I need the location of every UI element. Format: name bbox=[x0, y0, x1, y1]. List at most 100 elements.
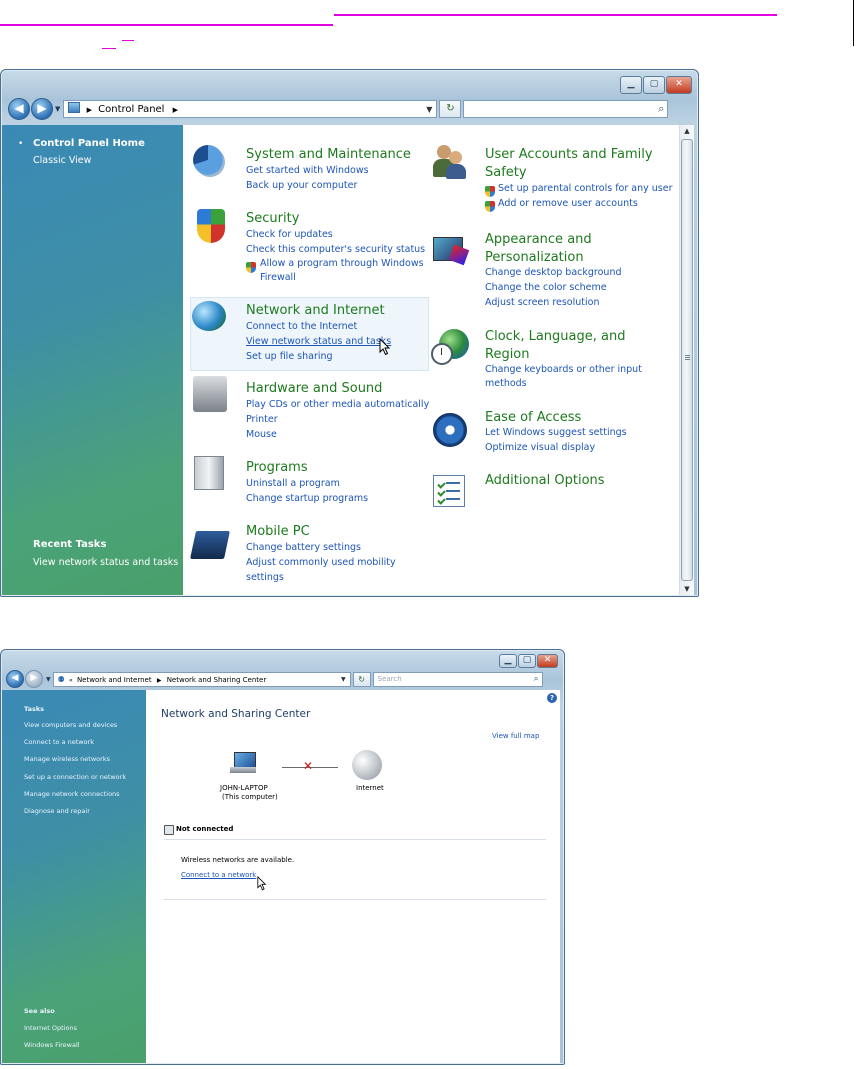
category-link[interactable]: Add or remove user accounts bbox=[498, 196, 638, 211]
category-link[interactable]: Change desktop background bbox=[485, 265, 622, 280]
close-button[interactable]: ✕ bbox=[537, 654, 558, 668]
security-shield-icon bbox=[197, 209, 225, 243]
category-title[interactable]: User Accounts and Family bbox=[485, 146, 653, 163]
wireless-message: Wireless networks are available. bbox=[181, 856, 295, 864]
connect-to-network-link[interactable]: Connect to a network bbox=[181, 871, 256, 879]
category-title[interactable]: Mobile PC bbox=[246, 523, 310, 540]
sidebar: Tasks View computers and devices Connect… bbox=[2, 690, 146, 1063]
category-link[interactable]: Let Windows suggest settings bbox=[485, 425, 627, 440]
back-button[interactable]: ◀ bbox=[8, 98, 30, 120]
breadcrumb-network-internet[interactable]: Network and Internet bbox=[77, 676, 152, 684]
recent-pages-icon[interactable]: ▼ bbox=[55, 105, 60, 113]
address-field[interactable]: ⚉ « Network and Internet ▶ Network and S… bbox=[52, 671, 351, 687]
category-link[interactable]: Optimize visual display bbox=[485, 440, 595, 455]
content-area: System and Maintenance Get started with … bbox=[183, 125, 679, 595]
category-link[interactable]: Change the color scheme bbox=[485, 280, 607, 295]
category-link[interactable]: methods bbox=[485, 376, 527, 391]
vertical-scrollbar[interactable]: ▲ ▼ bbox=[679, 125, 694, 595]
divider bbox=[164, 839, 546, 840]
category-title[interactable]: Personalization bbox=[485, 249, 584, 266]
view-full-map-link[interactable]: View full map bbox=[492, 732, 539, 740]
search-input[interactable]: Search ⌕ bbox=[372, 671, 543, 687]
category-link[interactable]: Printer bbox=[246, 412, 278, 427]
category-title[interactable]: Additional Options bbox=[485, 472, 605, 489]
maximize-button[interactable]: ▢ bbox=[518, 654, 536, 668]
search-icon[interactable]: ⌕ bbox=[534, 673, 539, 686]
minimize-button[interactable]: ▁ bbox=[620, 76, 642, 94]
breadcrumb-control-panel[interactable]: Control Panel bbox=[98, 104, 164, 115]
category-link[interactable]: Adjust screen resolution bbox=[485, 295, 599, 310]
category-title[interactable]: Ease of Access bbox=[485, 409, 581, 426]
network-icon: ⚉ bbox=[57, 674, 65, 684]
category-link[interactable]: Get started with Windows bbox=[246, 163, 369, 178]
category-title[interactable]: Network and Internet bbox=[246, 302, 385, 319]
computer-icon bbox=[230, 752, 256, 774]
page-title: Network and Sharing Center bbox=[161, 708, 311, 720]
task-link[interactable]: Connect to a network bbox=[24, 738, 94, 746]
help-icon[interactable]: ? bbox=[547, 693, 557, 703]
see-also-link[interactable]: Windows Firewall bbox=[24, 1041, 80, 1049]
breadcrumb-separator-icon: « bbox=[69, 676, 73, 684]
appearance-icon bbox=[433, 237, 470, 267]
category-link[interactable]: Set up file sharing bbox=[246, 349, 333, 364]
category-title[interactable]: System and Maintenance bbox=[246, 146, 411, 163]
category-link-hovered[interactable]: View network status and tasks bbox=[246, 334, 391, 349]
additional-options-icon bbox=[433, 475, 465, 507]
internet-globe-icon bbox=[352, 750, 382, 780]
recent-pages-icon[interactable]: ▼ bbox=[46, 676, 51, 683]
category-link[interactable]: Check for updates bbox=[246, 227, 333, 242]
recent-task-link[interactable]: View network status and tasks bbox=[33, 557, 178, 568]
minimize-button[interactable]: ▁ bbox=[499, 654, 517, 668]
task-link[interactable]: View computers and devices bbox=[24, 721, 117, 729]
recent-tasks-heading: Recent Tasks bbox=[33, 539, 107, 550]
category-title[interactable]: Hardware and Sound bbox=[246, 380, 382, 397]
close-button[interactable]: ✕ bbox=[666, 76, 692, 94]
address-field[interactable]: ▶ Control Panel ▶ ▼ bbox=[63, 100, 438, 119]
search-icon[interactable]: ⌕ bbox=[658, 101, 664, 117]
category-link[interactable]: Change startup programs bbox=[246, 491, 368, 506]
category-link[interactable]: Change battery settings bbox=[246, 540, 361, 555]
address-dropdown-icon[interactable]: ▼ bbox=[426, 101, 432, 119]
category-title[interactable]: Security bbox=[246, 210, 299, 227]
scroll-thumb[interactable] bbox=[681, 139, 693, 581]
status-label: Not connected bbox=[176, 825, 234, 833]
category-link[interactable]: Change keyboards or other input bbox=[485, 362, 642, 377]
category-link[interactable]: Set up parental controls for any user bbox=[498, 181, 673, 196]
category-link[interactable]: Uninstall a program bbox=[246, 476, 340, 491]
scroll-up-arrow-icon[interactable]: ▲ bbox=[680, 125, 694, 137]
task-link[interactable]: Set up a connection or network bbox=[24, 773, 126, 781]
category-link[interactable]: Play CDs or other media automatically bbox=[246, 397, 429, 412]
task-link[interactable]: Diagnose and repair bbox=[24, 807, 90, 815]
address-bar: ◀ ▶ ▼ ▶ Control Panel ▶ ▼ ↻ ⌕ bbox=[8, 98, 692, 120]
breadcrumb-network-sharing-center[interactable]: Network and Sharing Center bbox=[167, 676, 267, 684]
see-also-link[interactable]: Internet Options bbox=[24, 1024, 77, 1032]
forward-button[interactable]: ▶ bbox=[25, 670, 43, 688]
category-link[interactable]: Adjust commonly used mobility bbox=[246, 555, 396, 570]
category-link[interactable]: Allow a program through Windows bbox=[260, 256, 424, 271]
maximize-button[interactable]: ▢ bbox=[643, 76, 665, 94]
category-title[interactable]: Programs bbox=[246, 459, 308, 476]
category-title[interactable]: Safety bbox=[485, 164, 527, 181]
category-link[interactable]: Check this computer's security status bbox=[246, 242, 425, 257]
category-title[interactable]: Region bbox=[485, 346, 530, 363]
control-panel-home-link[interactable]: Control Panel Home bbox=[33, 138, 145, 149]
classic-view-link[interactable]: Classic View bbox=[33, 155, 91, 166]
category-link[interactable]: Back up your computer bbox=[246, 178, 357, 193]
scroll-down-arrow-icon[interactable]: ▼ bbox=[680, 583, 694, 595]
back-button[interactable]: ◀ bbox=[6, 670, 24, 688]
search-input[interactable]: ⌕ bbox=[463, 100, 669, 118]
category-link[interactable]: Connect to the Internet bbox=[246, 319, 357, 334]
category-link[interactable]: Mouse bbox=[246, 427, 277, 442]
category-title[interactable]: Clock, Language, and bbox=[485, 328, 625, 345]
category-title[interactable]: Appearance and bbox=[485, 231, 592, 248]
forward-button[interactable]: ▶ bbox=[31, 98, 53, 120]
caption-buttons: ▁ ▢ ✕ bbox=[619, 76, 692, 94]
task-link[interactable]: Manage network connections bbox=[24, 790, 120, 798]
address-dropdown-icon[interactable]: ▼ bbox=[341, 673, 346, 687]
category-link[interactable]: Firewall bbox=[260, 270, 296, 285]
refresh-button[interactable]: ↻ bbox=[439, 100, 462, 118]
refresh-button[interactable]: ↻ bbox=[352, 671, 371, 687]
breadcrumb-separator-icon: ▶ bbox=[86, 106, 92, 114]
task-link[interactable]: Manage wireless networks bbox=[24, 755, 110, 763]
category-link[interactable]: settings bbox=[246, 570, 284, 585]
